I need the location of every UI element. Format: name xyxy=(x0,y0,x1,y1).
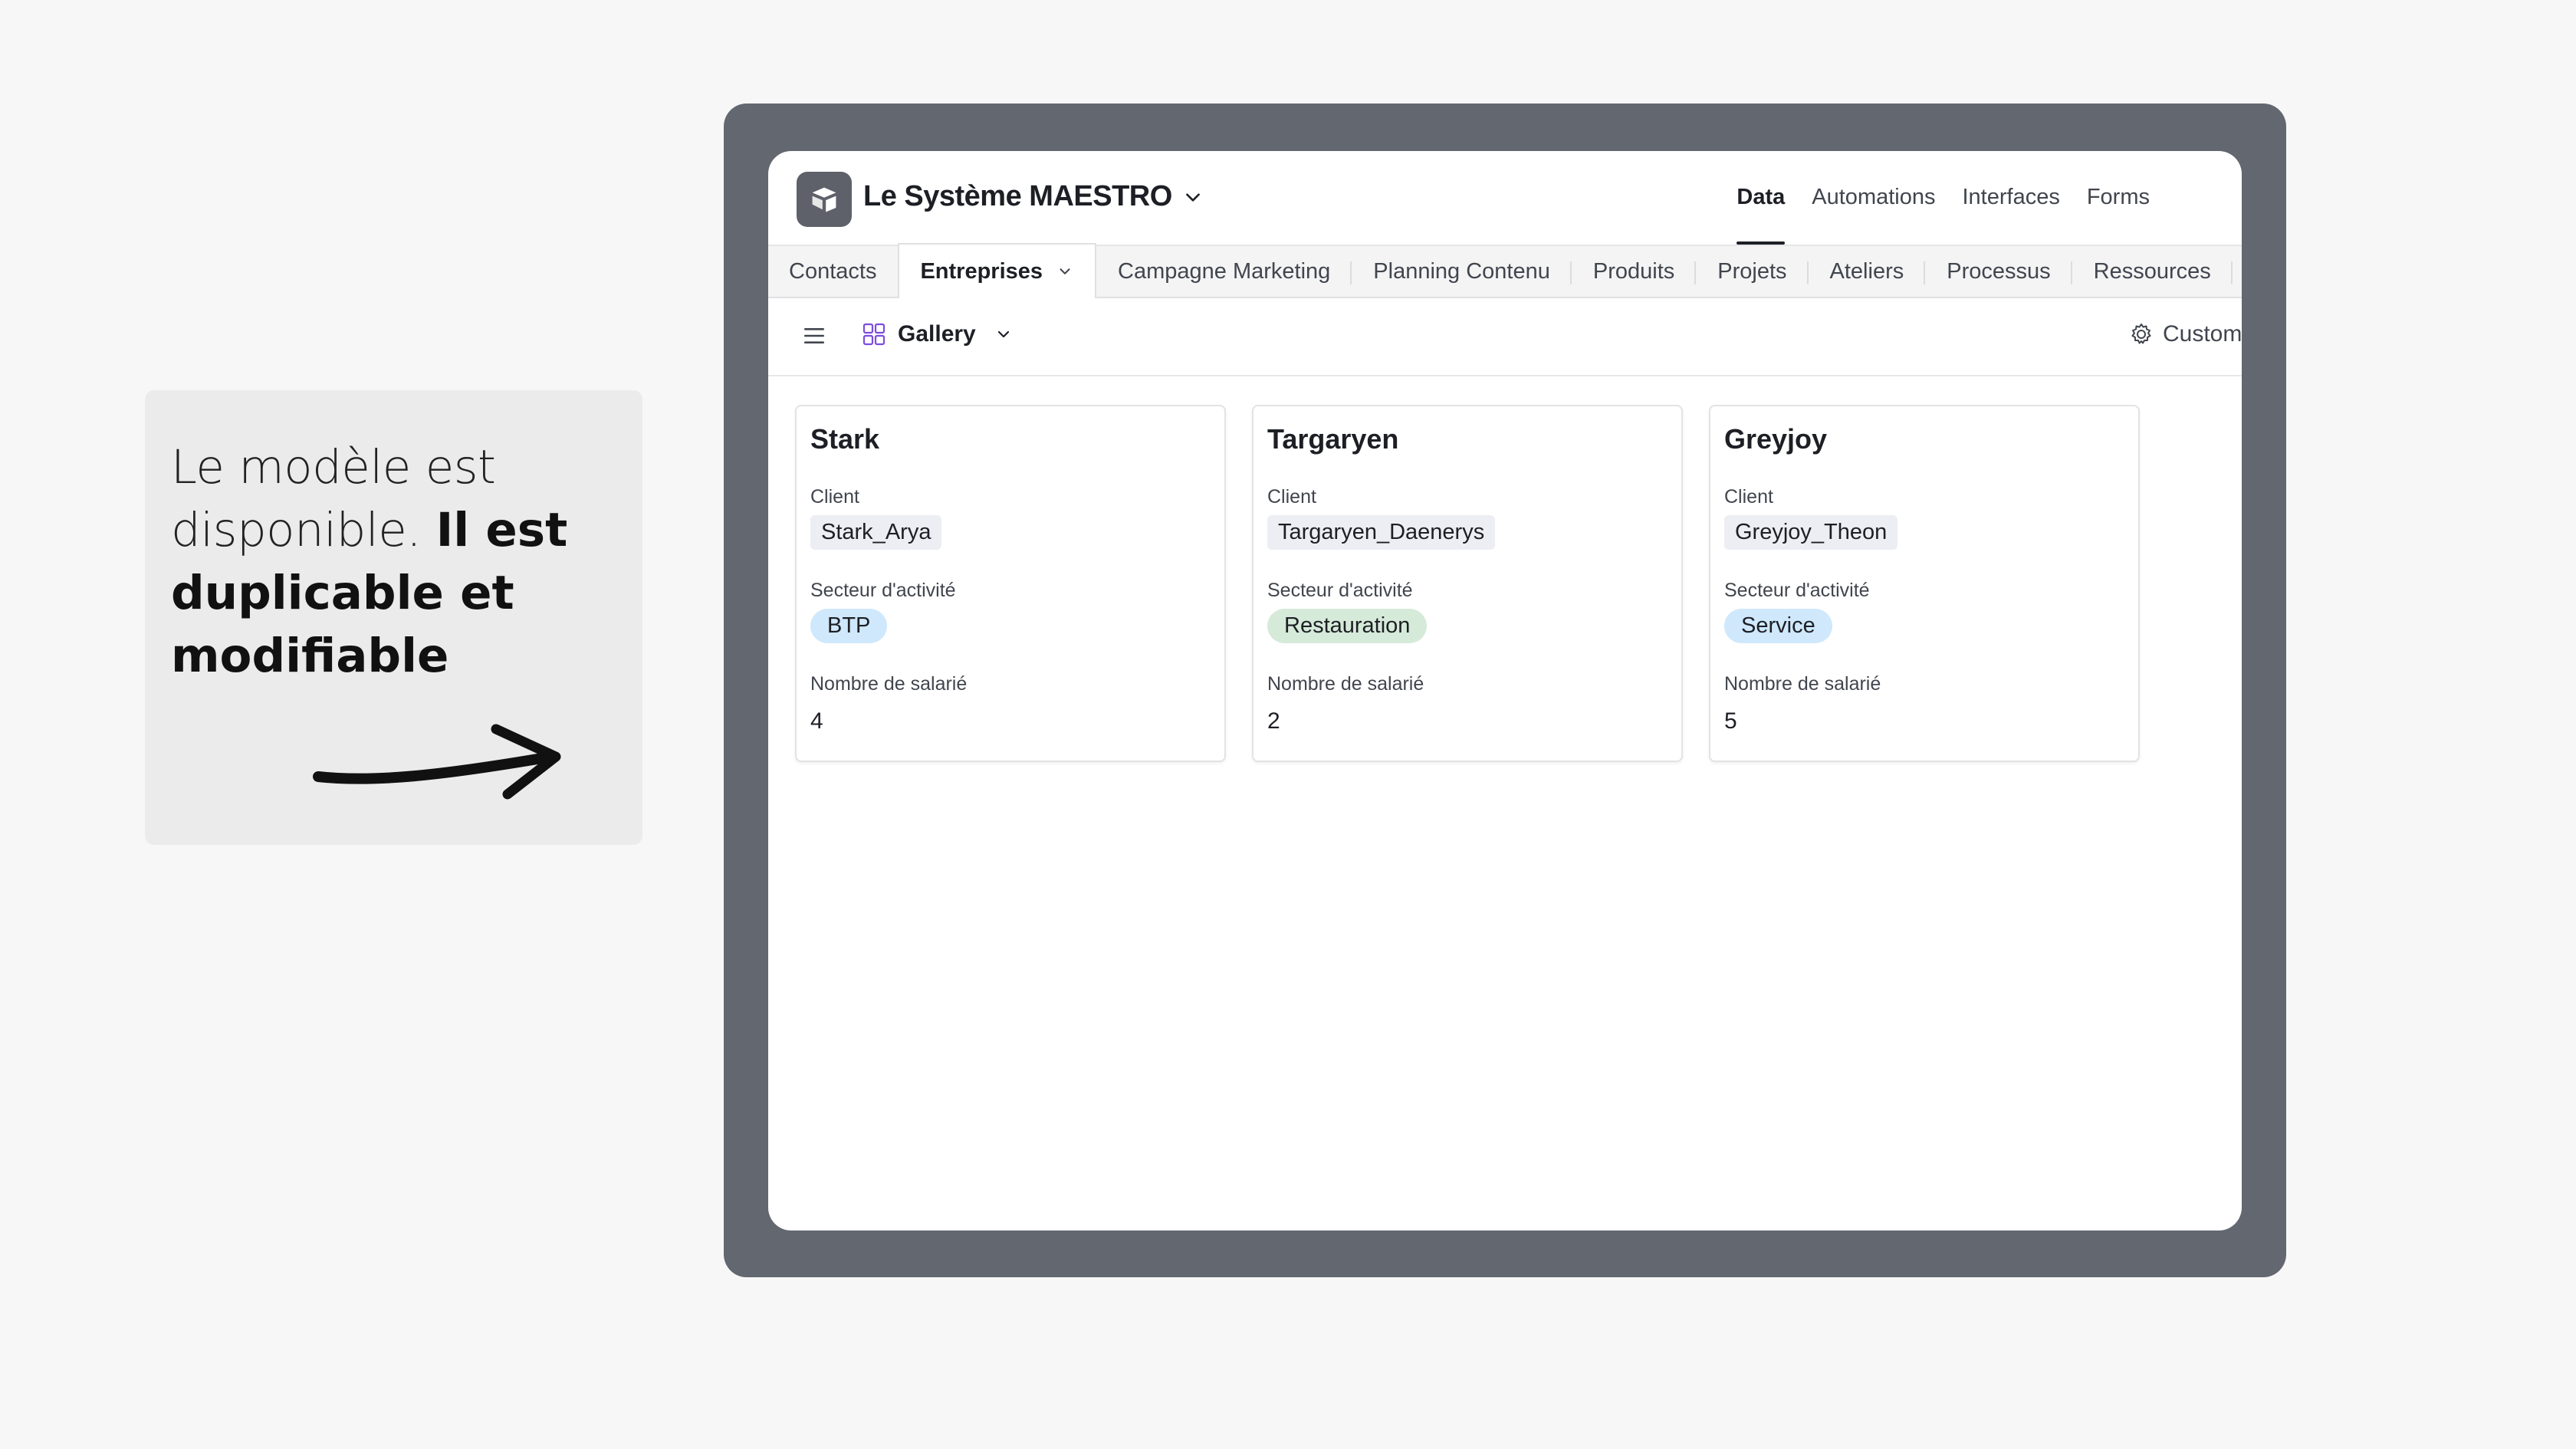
tab-label: Processus xyxy=(1947,258,2051,284)
tab-campagne-marketing[interactable]: Campagne Marketing xyxy=(1096,246,1352,297)
base-name-menu[interactable]: Le Système MAESTRO xyxy=(863,180,1203,213)
base-logo-icon[interactable] xyxy=(797,172,852,227)
tab-label: Contacts xyxy=(789,258,877,284)
nav-interfaces[interactable]: Interfaces xyxy=(1962,151,2059,245)
nombre-value: 4 xyxy=(810,708,823,734)
tab-projets[interactable]: Projets xyxy=(1696,246,1809,297)
field-label-secteur: Secteur d'activité xyxy=(1267,580,1413,601)
record-card[interactable]: Greyjoy Client Greyjoy_Theon Secteur d'a… xyxy=(1709,405,2140,762)
tab-planning-contenu[interactable]: Planning Contenu xyxy=(1352,246,1572,297)
record-card[interactable]: Targaryen Client Targaryen_Daenerys Sect… xyxy=(1252,405,1683,762)
secteur-pill: BTP xyxy=(810,609,888,643)
nombre-value: 2 xyxy=(1267,708,1280,734)
screenshot-frame: Le Système MAESTRO Data Automations Inte… xyxy=(724,104,2286,1277)
card-title: Greyjoy xyxy=(1724,423,1828,455)
field-label-client: Client xyxy=(1724,486,1773,508)
table-tabs: Contacts Entreprises Campagne Marketing … xyxy=(768,243,2242,298)
chevron-down-icon[interactable] xyxy=(1056,263,1073,280)
nav-data[interactable]: Data xyxy=(1737,151,1785,245)
arrow-right-icon xyxy=(313,724,561,800)
client-link-chip[interactable]: Targaryen_Daenerys xyxy=(1267,515,1496,550)
gear-icon xyxy=(2131,324,2151,344)
field-label-secteur: Secteur d'activité xyxy=(1724,580,1870,601)
tab-entreprises[interactable]: Entreprises xyxy=(898,243,1097,298)
secteur-pill: Restauration xyxy=(1267,609,1428,643)
nav-forms[interactable]: Forms xyxy=(2087,151,2150,245)
tab-ressources[interactable]: Ressources xyxy=(2072,246,2233,297)
tab-label: Produits xyxy=(1592,258,1675,284)
tab-label: Campagne Marketing xyxy=(1118,258,1331,284)
app-header: Le Système MAESTRO Data Automations Inte… xyxy=(768,151,2242,245)
field-label-nombre: Nombre de salarié xyxy=(1724,673,1881,695)
field-label-client: Client xyxy=(1267,486,1316,508)
tab-label: Entreprises xyxy=(920,258,1043,284)
nombre-value: 5 xyxy=(1724,708,1737,734)
field-label-client: Client xyxy=(810,486,859,508)
callout-text: Le modèle est disponible. Il est duplica… xyxy=(171,436,600,688)
chevron-down-icon xyxy=(997,330,1009,338)
tab-label: Planning Contenu xyxy=(1373,258,1550,284)
view-toolbar: Gallery Custom xyxy=(768,298,2242,376)
card-title: Stark xyxy=(810,423,880,455)
record-card[interactable]: Stark Client Stark_Arya Secteur d'activi… xyxy=(795,405,1226,762)
field-label-nombre: Nombre de salarié xyxy=(810,673,968,695)
client-link-chip[interactable]: Stark_Arya xyxy=(810,515,942,550)
nav-automations[interactable]: Automations xyxy=(1812,151,1935,245)
tab-contacts[interactable]: Contacts xyxy=(768,246,898,297)
client-link-chip[interactable]: Greyjoy_Theon xyxy=(1724,515,1898,550)
field-label-nombre: Nombre de salarié xyxy=(1267,673,1424,695)
base-name: Le Système MAESTRO xyxy=(863,180,1172,212)
view-switcher[interactable]: Gallery xyxy=(863,321,1013,347)
app-window: Le Système MAESTRO Data Automations Inte… xyxy=(768,151,2242,1230)
customize-label: Custom xyxy=(2163,321,2242,347)
tab-ateliers[interactable]: Ateliers xyxy=(1809,246,1926,297)
customize-cards-button[interactable]: Custom xyxy=(2129,321,2242,347)
view-name: Gallery xyxy=(898,321,976,347)
tab-label: Ateliers xyxy=(1829,258,1904,284)
tab-label: Ressources xyxy=(2093,258,2211,284)
secteur-pill: Service xyxy=(1724,609,1832,643)
tab-produits[interactable]: Produits xyxy=(1572,246,1697,297)
top-nav: Data Automations Interfaces Forms xyxy=(1737,151,2150,245)
tab-label: Projets xyxy=(1717,258,1787,284)
tab-processus[interactable]: Processus xyxy=(1925,246,2072,297)
gallery-icon xyxy=(863,323,886,346)
callout-box: Le modèle est disponible. Il est duplica… xyxy=(145,390,642,845)
card-title: Targaryen xyxy=(1267,423,1399,455)
chevron-down-icon xyxy=(1185,192,1200,202)
field-label-secteur: Secteur d'activité xyxy=(810,580,956,601)
menu-icon[interactable] xyxy=(803,327,825,345)
gallery-grid: Stark Client Stark_Arya Secteur d'activi… xyxy=(795,405,2140,762)
